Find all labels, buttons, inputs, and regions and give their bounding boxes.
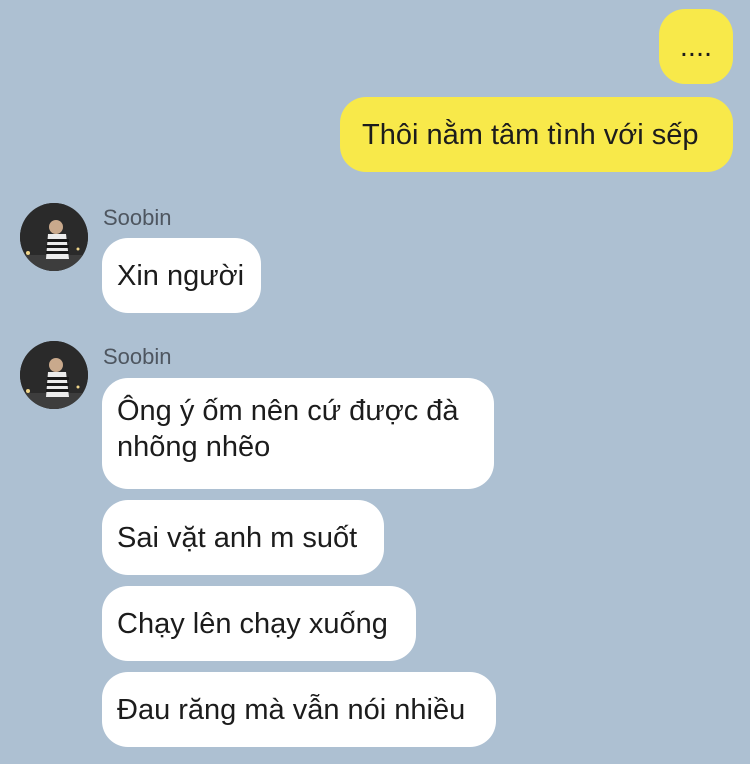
sender-name: Soobin bbox=[103, 344, 172, 369]
outgoing-message-bubble[interactable]: .... bbox=[659, 9, 733, 84]
profile-photo-icon bbox=[20, 203, 88, 271]
avatar[interactable] bbox=[20, 203, 88, 271]
incoming-message-bubble[interactable]: Xin người bbox=[102, 238, 261, 313]
message-text: Thôi nằm tâm tình với sếp bbox=[362, 118, 699, 151]
message-text: Sai vặt anh m suốt bbox=[117, 521, 358, 554]
outgoing-message-bubble[interactable]: Thôi nằm tâm tình với sếp bbox=[340, 97, 733, 172]
message-text: Xin người bbox=[117, 259, 245, 292]
message-text: Ông ý ốm nên cứ được đà nhõng nhẽo bbox=[117, 395, 459, 463]
incoming-message-bubble[interactable]: Sai vặt anh m suốt bbox=[102, 500, 384, 575]
incoming-message-bubble[interactable]: Chạy lên chạy xuống bbox=[102, 586, 416, 661]
chat-view: .... Thôi nằm tâm tình với sếp Soobin Xi… bbox=[0, 0, 750, 764]
message-text: Chạy lên chạy xuống bbox=[117, 607, 388, 640]
profile-photo-icon bbox=[20, 341, 88, 409]
message-text: Đau răng mà vẫn nói nhiều bbox=[117, 693, 466, 726]
incoming-message-bubble[interactable]: Ông ý ốm nên cứ được đà nhõng nhẽo bbox=[102, 378, 494, 489]
message-text: .... bbox=[679, 30, 713, 63]
incoming-message-bubble[interactable]: Đau răng mà vẫn nói nhiều bbox=[102, 672, 496, 747]
avatar[interactable] bbox=[20, 341, 88, 409]
sender-name: Soobin bbox=[103, 205, 172, 230]
